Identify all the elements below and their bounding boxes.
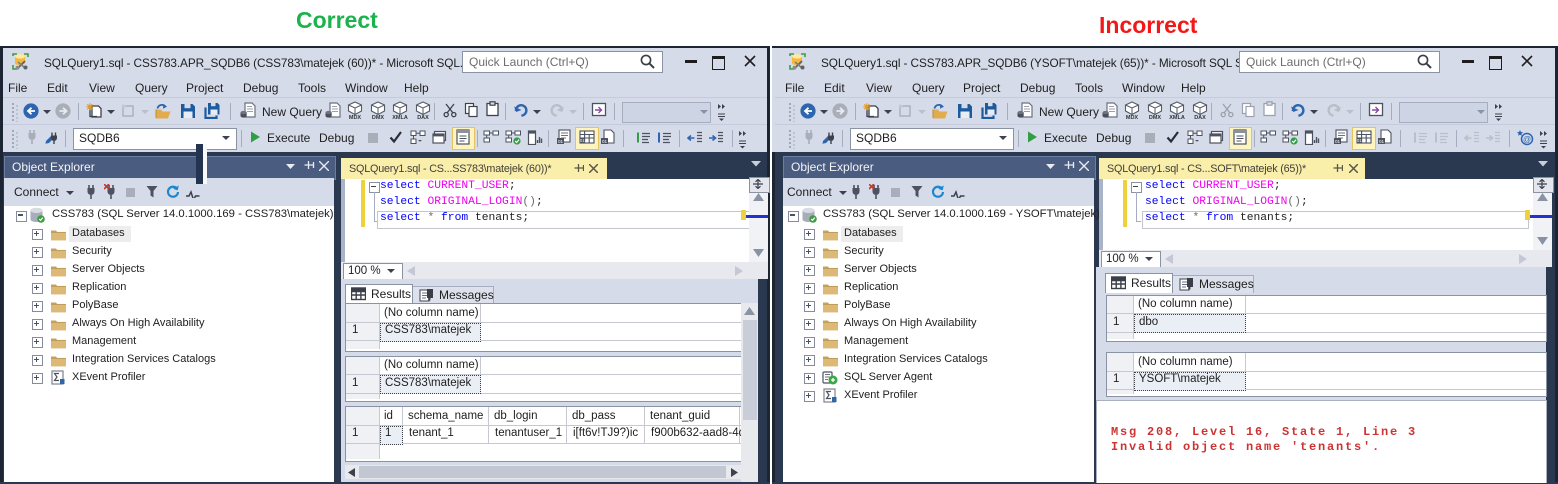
svg-text:@: @ — [1523, 135, 1531, 144]
svg-text:01: 01 — [602, 139, 608, 144]
svg-text:DAX: DAX — [1194, 115, 1206, 121]
svg-text:01: 01 — [1357, 138, 1362, 143]
svg-text:XMLA: XMLA — [1169, 115, 1185, 121]
svg-text:MDX: MDX — [349, 115, 362, 121]
svg-text:01: 01 — [580, 138, 585, 143]
svg-text:MDX: MDX — [1126, 115, 1139, 121]
svg-text:01: 01 — [1335, 139, 1341, 144]
svg-text:01: 01 — [1379, 139, 1385, 144]
svg-text:DAX: DAX — [417, 115, 429, 121]
svg-text:01: 01 — [558, 139, 564, 144]
svg-text:DMX: DMX — [1149, 115, 1162, 121]
svg-text:DMX: DMX — [372, 115, 385, 121]
svg-text:XMLA: XMLA — [392, 115, 408, 121]
